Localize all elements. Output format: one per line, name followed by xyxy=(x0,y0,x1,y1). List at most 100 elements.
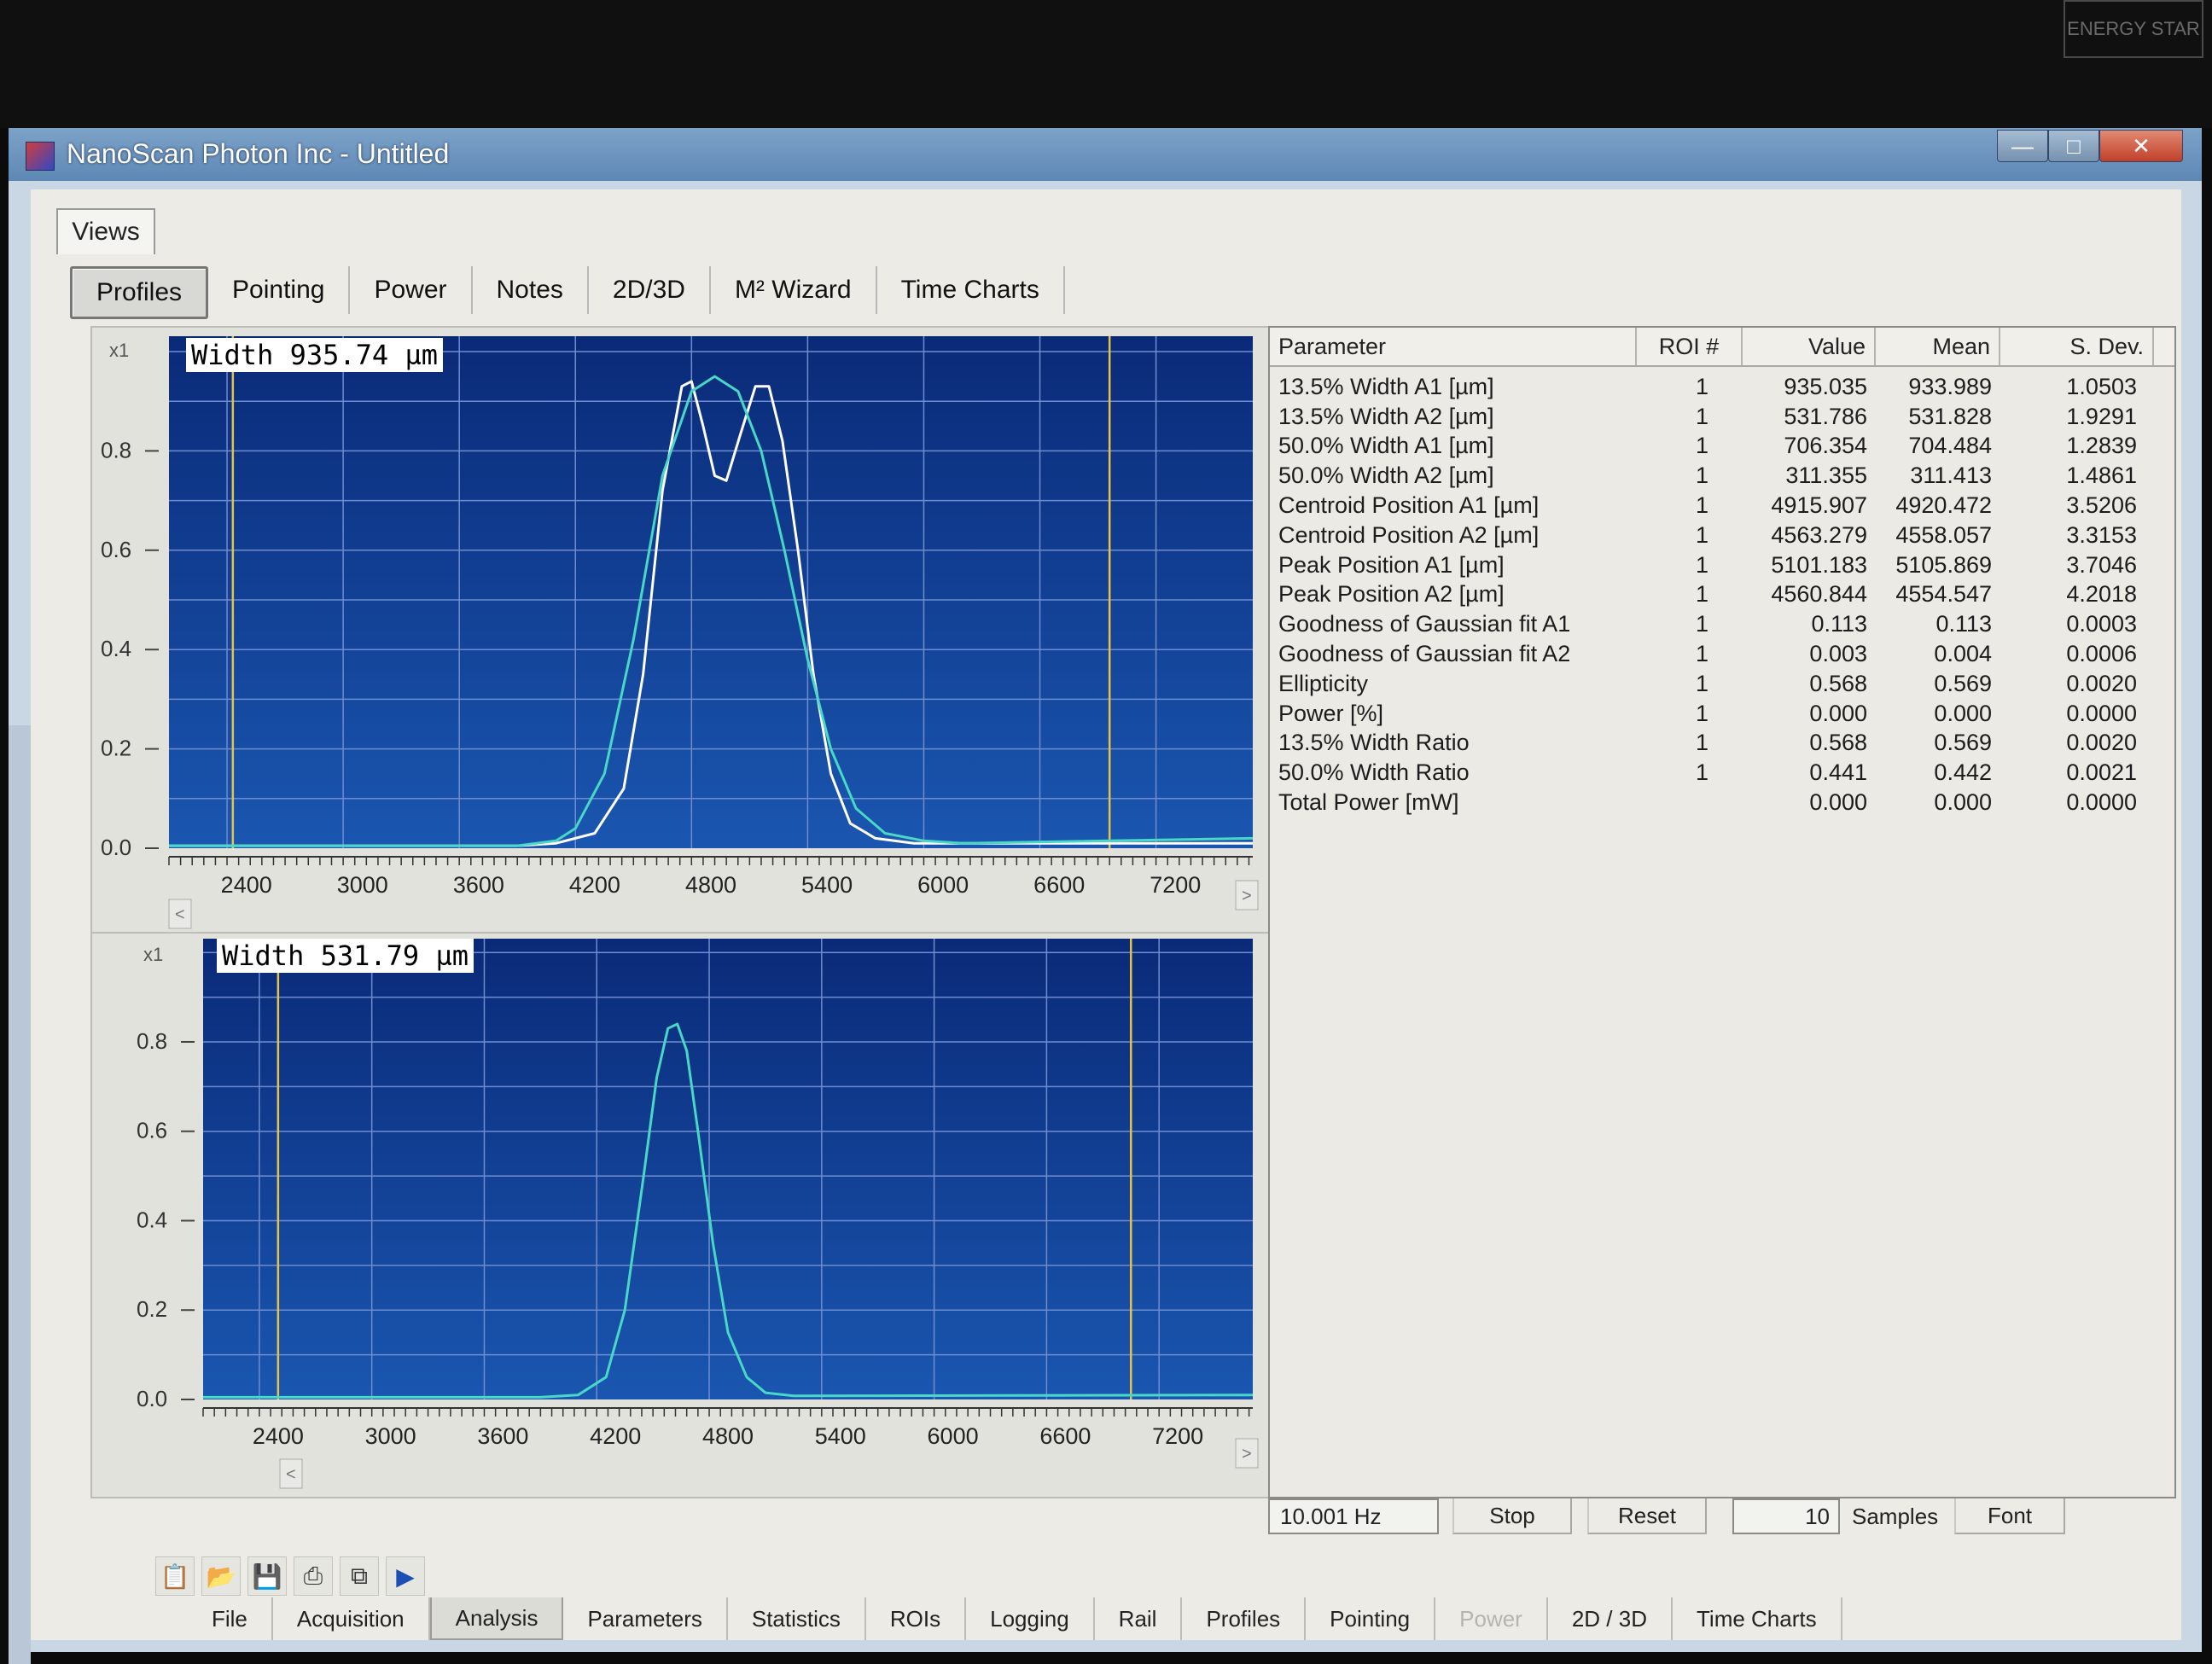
header-sdev[interactable]: S. Dev. xyxy=(2000,328,2154,365)
tab-statistics[interactable]: Statistics xyxy=(728,1597,866,1640)
cell-parameter: 13.5% Width A1 [µm] xyxy=(1278,373,1494,399)
plot-a-yticks: 0.8 0.6 0.4 0.2 0.0 xyxy=(101,437,159,860)
tab-bottom-profiles[interactable]: Profiles xyxy=(1182,1597,1307,1640)
table-row[interactable]: 50.0% Width A2 [µm] 1 311.355 311.413 1.4861 xyxy=(1270,461,2174,491)
table-row[interactable]: 50.0% Width A1 [µm] 1 706.354 704.484 1.2839 xyxy=(1270,432,2174,462)
close-button[interactable]: ✕ xyxy=(2099,130,2183,162)
cell-mean: 311.413 xyxy=(1910,463,1992,489)
xtick-label: 5400 xyxy=(815,1423,866,1449)
cell-mean: 4558.057 xyxy=(1895,521,1992,548)
tab-2d-3d[interactable]: 2D/3D xyxy=(589,266,711,314)
header-parameter[interactable]: Parameter xyxy=(1270,328,1637,365)
tab-bottom-2d-3d[interactable]: 2D / 3D xyxy=(1548,1597,1673,1640)
table-row[interactable]: Centroid Position A1 [µm] 1 4915.907 4920.4… xyxy=(1270,491,2174,521)
client-area: Views Profiles Pointing Power Notes 2D/3… xyxy=(31,189,2181,1640)
cell-mean: 4554.547 xyxy=(1895,581,1992,608)
table-row[interactable]: 13.5% Width A1 [µm] 1 935.035 933.989 1.0503 xyxy=(1270,372,2174,402)
tab-notes[interactable]: Notes xyxy=(473,266,589,314)
table-row[interactable]: Centroid Position A2 [µm] 1 4563.279 4558.0… xyxy=(1270,521,2174,550)
cell-sdev: 1.2839 xyxy=(2066,433,2137,459)
statistics-body: 13.5% Width A1 [µm] 1 935.035 933.989 1.0503… xyxy=(1270,372,2174,817)
plot-b-scroll-right-glyph: > xyxy=(1242,1445,1252,1463)
header-roi[interactable]: ROI # xyxy=(1637,328,1743,365)
cell-value: 531.786 xyxy=(1784,403,1867,429)
table-row[interactable]: Goodness of Gaussian fit A1 1 0.113 0.113 0.… xyxy=(1270,609,2174,639)
samples-input[interactable]: 10 xyxy=(1732,1498,1840,1534)
cell-value: 311.355 xyxy=(1785,463,1867,489)
statistics-header: Parameter ROI # Value Mean S. Dev. xyxy=(1270,328,2174,367)
copy-windows-icon[interactable]: ⧉ xyxy=(340,1556,379,1596)
open-folder-icon[interactable]: 📂 xyxy=(201,1556,241,1596)
cell-roi: 1 xyxy=(1695,670,1708,696)
table-row[interactable]: Ellipticity 1 0.568 0.569 0.0020 xyxy=(1270,669,2174,699)
tab-analysis[interactable]: Analysis xyxy=(429,1597,564,1640)
cell-sdev: 0.0003 xyxy=(2066,611,2137,637)
cell-roi: 1 xyxy=(1695,759,1708,786)
play-icon[interactable]: ▶ xyxy=(386,1556,425,1596)
cell-parameter: Peak Position A1 [µm] xyxy=(1278,551,1505,578)
xtick-label: 7200 xyxy=(1152,1423,1203,1449)
title-bar[interactable]: NanoScan Photon Inc - Untitled — □ ✕ xyxy=(9,128,2202,181)
header-value[interactable]: Value xyxy=(1743,328,1876,365)
plot-a-width-label: Width 935.74 µm xyxy=(186,338,443,372)
header-mean[interactable]: Mean xyxy=(1876,328,2000,365)
table-row[interactable]: Peak Position A2 [µm] 1 4560.844 4554.547 4.… xyxy=(1270,580,2174,610)
tab-pointing[interactable]: Pointing xyxy=(208,266,351,314)
cell-mean: 0.000 xyxy=(1934,789,1992,816)
xtick-label: 3600 xyxy=(477,1423,528,1449)
cell-parameter: 50.0% Width A2 [µm] xyxy=(1278,463,1494,489)
cell-value: 4560.844 xyxy=(1771,581,1867,608)
ytick-label: 0.8 xyxy=(101,437,131,463)
table-row[interactable]: Peak Position A1 [µm] 1 5101.183 5105.869 3.… xyxy=(1270,550,2174,580)
tab-time-charts[interactable]: Time Charts xyxy=(877,266,1065,314)
print-icon[interactable]: ⎙ xyxy=(294,1556,333,1596)
ytick-label: 0.0 xyxy=(137,1386,167,1411)
profile-plot-a[interactable]: x1 0.8 0.6 0.4 0.2 0.0 2400 3000 3600 4200 4800 5… xyxy=(90,326,1272,944)
table-row[interactable]: 13.5% Width Ratio 1 0.568 0.569 0.0020 xyxy=(1270,729,2174,759)
table-row[interactable]: Total Power [mW] 0.000 0.000 0.0000 xyxy=(1270,788,2174,817)
minimize-button[interactable]: — xyxy=(1997,130,2048,162)
tab-m2-wizard[interactable]: M² Wizard xyxy=(711,266,877,314)
statistics-table[interactable]: Parameter ROI # Value Mean S. Dev. 13.5%… xyxy=(1268,326,2176,1498)
cell-sdev: 1.0503 xyxy=(2066,373,2137,399)
tab-bottom-power[interactable]: Power xyxy=(1435,1597,1548,1640)
cell-parameter: 50.0% Width Ratio xyxy=(1278,759,1470,786)
cell-value: 706.354 xyxy=(1784,433,1867,459)
font-button[interactable]: Font xyxy=(1954,1498,2065,1534)
tab-bottom-time-charts[interactable]: Time Charts xyxy=(1673,1597,1842,1640)
reset-button[interactable]: Reset xyxy=(1587,1498,1707,1534)
save-icon[interactable]: 💾 xyxy=(247,1556,287,1596)
tab-logging[interactable]: Logging xyxy=(966,1597,1095,1640)
xtick-label: 2400 xyxy=(221,872,272,898)
cell-roi: 1 xyxy=(1695,611,1708,637)
cell-mean: 4920.472 xyxy=(1895,492,1992,519)
tab-acquisition[interactable]: Acquisition xyxy=(273,1597,430,1640)
tab-power[interactable]: Power xyxy=(350,266,473,314)
views-tab[interactable]: Views xyxy=(56,208,155,254)
profile-plot-a-canvas[interactable]: x1 0.8 0.6 0.4 0.2 0.0 2400 3000 3600 4200 4800 5… xyxy=(92,328,1270,942)
profile-plot-b-canvas[interactable]: x1 0.8 0.6 0.4 0.2 0.0 2400 3000 3600 4200 4800 5… xyxy=(92,934,1270,1497)
cell-mean: 0.000 xyxy=(1934,700,1992,726)
tab-file[interactable]: File xyxy=(188,1597,273,1640)
tab-parameters[interactable]: Parameters xyxy=(563,1597,728,1640)
ytick-label: 0.4 xyxy=(101,636,131,661)
table-row[interactable]: Goodness of Gaussian fit A2 1 0.003 0.004 0.… xyxy=(1270,639,2174,669)
tab-rail[interactable]: Rail xyxy=(1095,1597,1183,1640)
stop-button[interactable]: Stop xyxy=(1452,1498,1572,1534)
table-row[interactable]: 13.5% Width A2 [µm] 1 531.786 531.828 1.9291 xyxy=(1270,402,2174,432)
table-row[interactable]: Power [%] 1 0.000 0.000 0.0000 xyxy=(1270,699,2174,729)
profile-plot-b[interactable]: x1 0.8 0.6 0.4 0.2 0.0 2400 3000 3600 4200 4800 5… xyxy=(90,932,1272,1498)
maximize-button[interactable]: □ xyxy=(2048,130,2099,162)
cell-value: 0.568 xyxy=(1809,730,1867,756)
table-row[interactable]: 50.0% Width Ratio 1 0.441 0.442 0.0021 xyxy=(1270,758,2174,788)
xtick-label: 3600 xyxy=(453,872,504,898)
cell-parameter: Ellipticity xyxy=(1278,670,1369,696)
cell-mean: 0.442 xyxy=(1934,759,1992,786)
plot-a-scroll-left-glyph: < xyxy=(175,905,185,924)
cell-parameter: Total Power [mW] xyxy=(1278,789,1459,816)
tab-bottom-pointing[interactable]: Pointing xyxy=(1306,1597,1436,1640)
cell-sdev: 0.0020 xyxy=(2066,730,2137,756)
tab-profiles[interactable]: Profiles xyxy=(70,266,209,319)
clipboard-icon[interactable]: 📋 xyxy=(155,1556,195,1596)
tab-rois[interactable]: ROIs xyxy=(866,1597,967,1640)
